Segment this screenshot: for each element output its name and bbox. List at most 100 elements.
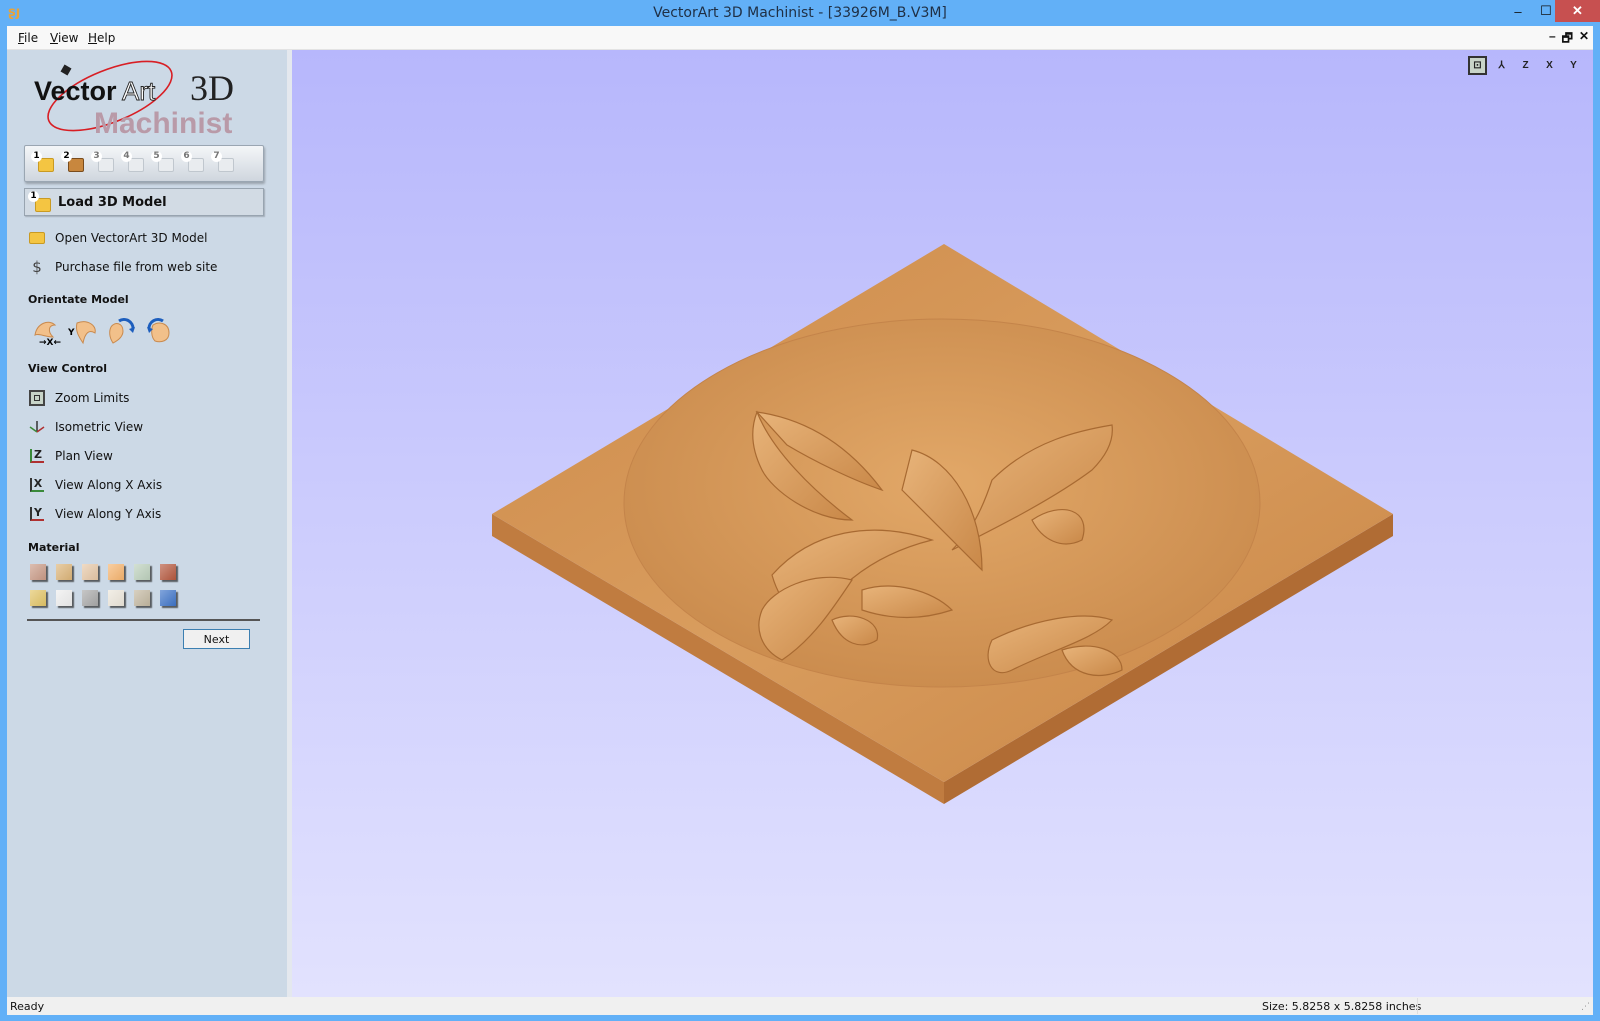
material-swatch[interactable] xyxy=(82,590,98,606)
step-number: 4 xyxy=(121,151,132,162)
mdi-minimize-button[interactable]: – xyxy=(1549,29,1556,50)
material-swatch[interactable] xyxy=(56,590,72,606)
step-3-button[interactable]: 3 xyxy=(91,151,114,175)
isometric-view-link[interactable]: Isometric View xyxy=(27,416,143,438)
status-bar: Ready Size: 5.8258 x 5.8258 inches ⋰ xyxy=(7,997,1593,1015)
step-number: 7 xyxy=(211,151,222,162)
3d-viewport[interactable]: ⊡ ⅄ Z X Y xyxy=(292,50,1593,997)
vectorart-logo: Vector Art 3D Machinist xyxy=(34,60,234,138)
open-model-link[interactable]: Open VectorArt 3D Model xyxy=(27,227,207,249)
zoom-limits-icon xyxy=(27,389,47,407)
material-swatch[interactable] xyxy=(30,564,46,580)
step-number: 3 xyxy=(91,151,102,162)
mdi-close-button[interactable]: ✕ xyxy=(1579,29,1589,50)
close-button[interactable]: ✕ xyxy=(1555,0,1600,22)
isometric-view-icon[interactable]: ⅄ xyxy=(1492,56,1511,75)
step-number: 1 xyxy=(31,151,42,162)
rotate-ccw-icon[interactable] xyxy=(143,315,175,347)
logo-3d: 3D xyxy=(190,68,234,108)
material-swatch[interactable] xyxy=(30,590,46,606)
mdi-controls: – 🗗 ✕ xyxy=(1549,29,1589,50)
resize-grip-icon[interactable]: ⋰ xyxy=(1581,1002,1590,1012)
menu-help-accel: H xyxy=(88,31,98,45)
dollar-icon: $ xyxy=(32,258,42,276)
app-window: ʂȷ VectorArt 3D Machinist - [33926M_B.V3… xyxy=(0,0,1600,1021)
step-number: 6 xyxy=(181,151,192,162)
title-bar: ʂȷ VectorArt 3D Machinist - [33926M_B.V3… xyxy=(0,0,1600,26)
purchase-label: Purchase file from web site xyxy=(55,260,218,274)
y-axis-view-label: View Along Y Axis xyxy=(55,507,162,521)
x-axis-view-icon: X xyxy=(27,476,47,494)
step-2-button[interactable]: 2 xyxy=(61,151,84,175)
status-text: Ready xyxy=(10,1000,45,1013)
menu-file-label: ile xyxy=(24,31,39,45)
model-size: Size: 5.8258 x 5.8258 inches xyxy=(1262,1000,1422,1013)
status-separator xyxy=(1417,998,1418,1014)
orientate-heading: Orientate Model xyxy=(28,293,129,306)
y-axis-view-icon[interactable]: Y xyxy=(1564,56,1583,75)
material-swatch[interactable] xyxy=(160,564,176,580)
window-title: VectorArt 3D Machinist - [33926M_B.V3M] xyxy=(653,5,947,21)
view-control-heading: View Control xyxy=(28,362,108,375)
step-1-button[interactable]: 1 xyxy=(31,151,54,175)
logo-art: Art xyxy=(122,76,156,106)
zoom-limits-icon[interactable]: ⊡ xyxy=(1468,56,1487,75)
wizard-panel: Vector Art 3D Machinist 1 2 3 4 5 6 7 1 … xyxy=(7,50,287,997)
mirror-y-icon[interactable]: Y xyxy=(67,315,99,347)
step-header-icon: 1 xyxy=(28,191,51,215)
menu-help[interactable]: Help xyxy=(88,31,115,45)
zoom-limits-link[interactable]: Zoom Limits xyxy=(27,387,129,409)
x-axis-view-link[interactable]: X View Along X Axis xyxy=(27,474,162,496)
menu-view-label: iew xyxy=(57,31,79,45)
isometric-view-icon xyxy=(27,418,47,436)
step-7-button[interactable]: 7 xyxy=(211,151,234,175)
logo-vector: Vector xyxy=(34,76,117,106)
menu-bar: File View Help – 🗗 ✕ xyxy=(7,26,1593,50)
material-heading: Material xyxy=(28,541,80,554)
plan-view-label: Plan View xyxy=(55,449,113,463)
step-title: Load 3D Model xyxy=(58,195,167,210)
panel-divider xyxy=(27,619,260,621)
plan-view-icon: Z xyxy=(27,447,47,465)
purchase-link[interactable]: $ Purchase file from web site xyxy=(27,256,217,278)
wizard-step-toolbar: 1 2 3 4 5 6 7 xyxy=(24,145,264,182)
orientate-buttons: →X← Y xyxy=(29,315,175,347)
mdi-restore-button[interactable]: 🗗 xyxy=(1562,29,1573,50)
x-axis-view-icon[interactable]: X xyxy=(1540,56,1559,75)
step-number: 2 xyxy=(61,151,72,162)
rotate-cw-icon[interactable] xyxy=(105,315,137,347)
step-header: 1 Load 3D Model xyxy=(24,188,264,216)
plan-view-link[interactable]: Z Plan View xyxy=(27,445,113,467)
y-axis-view-link[interactable]: Y View Along Y Axis xyxy=(27,503,161,525)
material-swatch[interactable] xyxy=(134,564,150,580)
step-4-button[interactable]: 4 xyxy=(121,151,144,175)
y-axis-view-icon: Y xyxy=(27,505,47,523)
step-number: 5 xyxy=(151,151,162,162)
x-axis-view-label: View Along X Axis xyxy=(55,478,163,492)
menu-help-label: elp xyxy=(97,31,116,45)
step-6-button[interactable]: 6 xyxy=(181,151,204,175)
menu-view[interactable]: View xyxy=(50,31,78,45)
material-swatch[interactable] xyxy=(160,590,176,606)
material-swatch[interactable] xyxy=(82,564,98,580)
isometric-view-label: Isometric View xyxy=(55,420,144,434)
material-swatch[interactable] xyxy=(56,564,72,580)
material-swatch[interactable] xyxy=(134,590,150,606)
zoom-limits-label: Zoom Limits xyxy=(55,391,130,405)
mirror-x-icon[interactable]: →X← xyxy=(29,315,61,347)
material-swatch[interactable] xyxy=(108,564,124,580)
viewport-toolbar: ⊡ ⅄ Z X Y xyxy=(1468,56,1583,75)
minimize-button[interactable]: – xyxy=(1504,0,1532,22)
plan-view-icon[interactable]: Z xyxy=(1516,56,1535,75)
svg-text:→X←: →X← xyxy=(39,338,61,347)
svg-text:Y: Y xyxy=(67,328,75,338)
step-5-button[interactable]: 5 xyxy=(151,151,174,175)
menu-file[interactable]: File xyxy=(18,31,38,45)
logo-tool-icon xyxy=(60,64,72,76)
open-model-label: Open VectorArt 3D Model xyxy=(55,231,208,245)
material-swatch[interactable] xyxy=(108,590,124,606)
next-button[interactable]: Next xyxy=(183,629,250,649)
logo-machinist: Machinist xyxy=(94,107,232,138)
3d-model[interactable] xyxy=(292,50,1593,997)
material-swatches xyxy=(30,564,176,606)
